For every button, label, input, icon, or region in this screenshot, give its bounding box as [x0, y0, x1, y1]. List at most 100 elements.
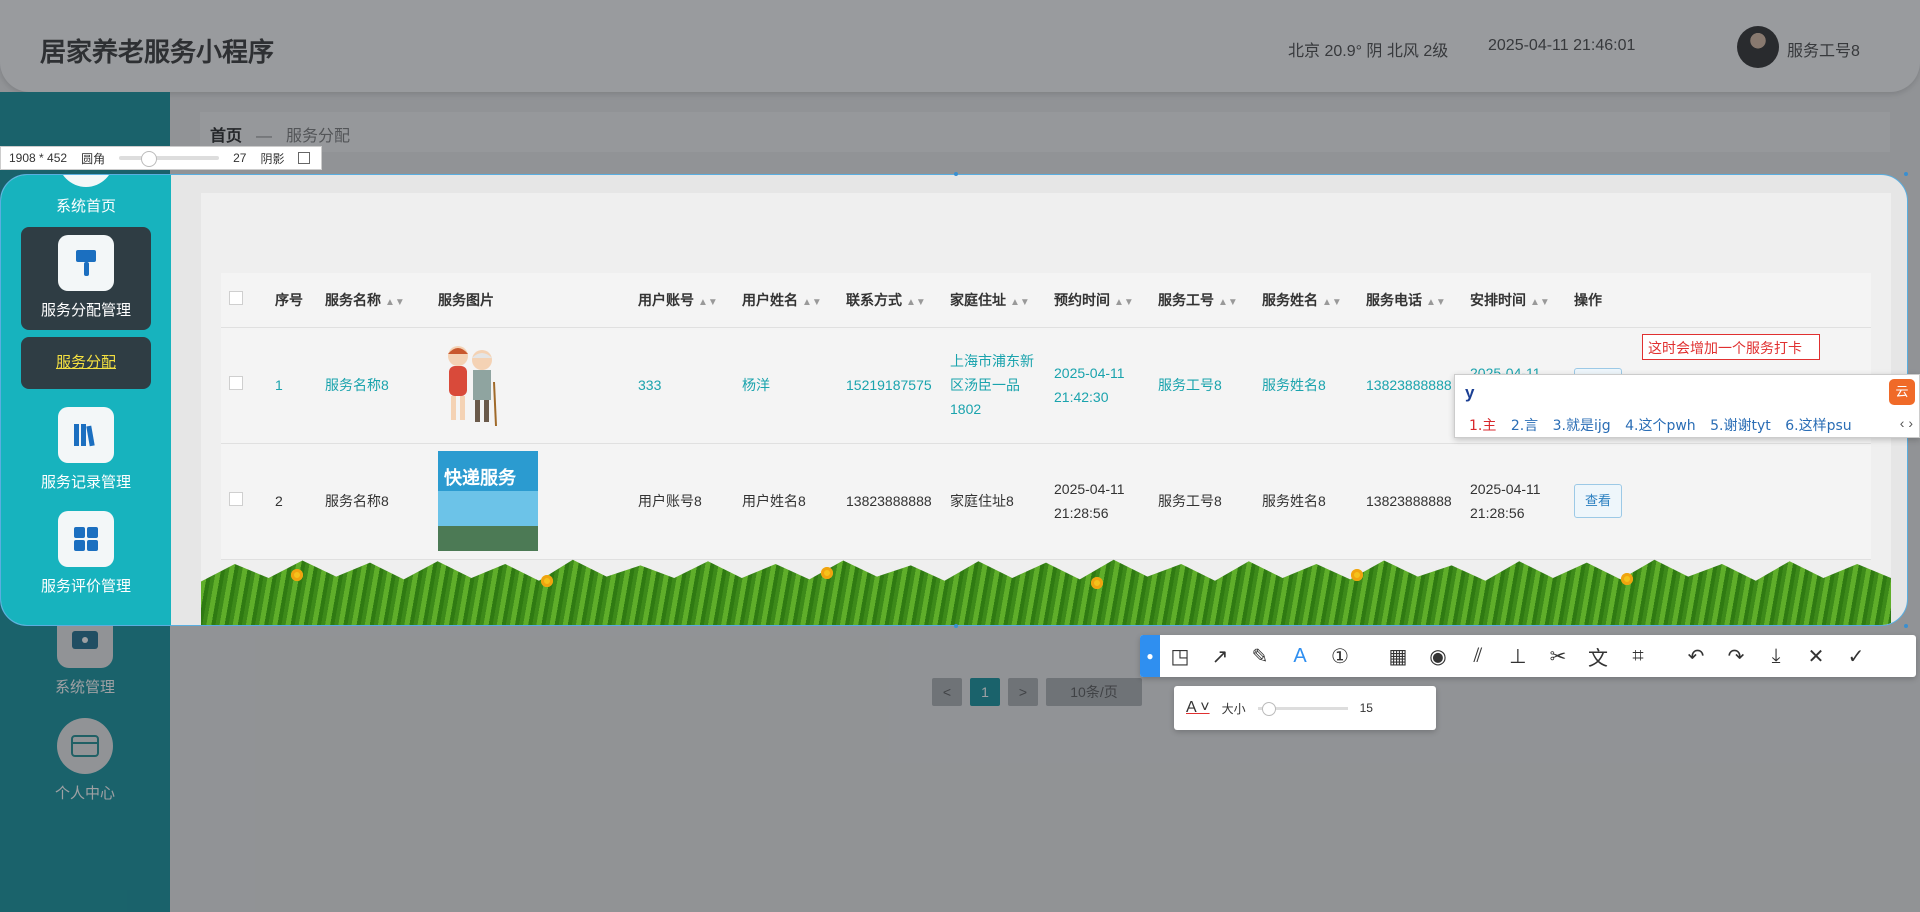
ime-candidate[interactable]: 4.这个pwh [1625, 418, 1696, 434]
paint-brush-icon [58, 235, 114, 291]
sidebar-item-label: 服务记录管理 [40, 474, 131, 491]
cell-worker-phone: 13823888888 [1358, 327, 1462, 444]
flower-decoration [1351, 569, 1363, 581]
text-annotation[interactable]: 这时会增加一个服务打卡 [1642, 334, 1820, 360]
resize-handle[interactable] [1904, 172, 1908, 176]
ime-candidate[interactable]: 6.这样psu [1785, 418, 1851, 434]
pen-icon[interactable]: ✎ [1240, 635, 1280, 677]
column-header[interactable]: 服务名称 ▲▼ [317, 273, 430, 328]
column-header[interactable]: 家庭住址 ▲▼ [942, 273, 1046, 328]
sort-icon[interactable]: ▲▼ [385, 297, 405, 308]
ocr-icon[interactable]: ⌗ [1618, 635, 1658, 677]
sidebar-capture: 系统首页 服务分配管理 服务分配 服务记录管理 服务评价管理 [1, 175, 171, 625]
arrow-icon[interactable]: ↗ [1200, 635, 1240, 677]
cut-icon[interactable]: ✂ [1538, 635, 1578, 677]
sidebar-subitem-service-allocation[interactable]: 服务分配 [21, 337, 151, 389]
grass-decoration [201, 559, 1891, 625]
cell-address: 上海市浦东新区汤臣一品1802 [942, 327, 1046, 444]
sidebar-item-service-reviews[interactable]: 服务评价管理 [21, 511, 151, 596]
flower-decoration [541, 575, 553, 587]
view-button[interactable]: 查看 [1574, 484, 1623, 518]
ime-page-arrows[interactable]: ‹ › [1900, 415, 1913, 431]
cell-worker-name: 服务姓名8 [1254, 327, 1358, 444]
sort-icon[interactable]: ▲▼ [698, 297, 718, 308]
text-icon[interactable]: A [1280, 635, 1320, 677]
cell-worker-name: 服务姓名8 [1254, 443, 1358, 560]
home-icon [58, 175, 114, 187]
select-all-checkbox[interactable] [229, 291, 243, 306]
mosaic-icon[interactable]: ▦ [1378, 635, 1418, 677]
flower-decoration [291, 569, 303, 581]
sidebar-item-service-allocation[interactable]: 服务分配管理 [21, 227, 151, 330]
column-header[interactable]: 预约时间 ▲▼ [1046, 273, 1150, 328]
table-row[interactable]: 2 服务名称8 快递服务 用户账号8 用户姓名8 13823888888 家庭住… [221, 443, 1871, 560]
sort-icon[interactable]: ▲▼ [1218, 297, 1238, 308]
cell-service-name: 服务名称8 [317, 327, 430, 444]
sidebar-item-service-records[interactable]: 服务记录管理 [21, 407, 151, 492]
column-header[interactable]: 服务电话 ▲▼ [1358, 273, 1462, 328]
sort-icon[interactable]: ▲▼ [1010, 297, 1030, 308]
sort-icon[interactable]: ▲▼ [1426, 297, 1446, 308]
resize-handle[interactable] [954, 172, 958, 176]
confirm-icon[interactable]: ✓ [1836, 635, 1876, 677]
row-checkbox[interactable] [229, 492, 243, 506]
column-header[interactable]: 用户账号 ▲▼ [630, 273, 734, 328]
cell-account: 333 [630, 327, 734, 444]
sort-icon[interactable]: ▲▼ [802, 297, 822, 308]
cell-index: 2 [267, 443, 317, 560]
translate-icon[interactable]: 文 [1578, 635, 1618, 677]
cell-index: 1 [267, 327, 317, 444]
pin-icon[interactable]: ⊥ [1498, 635, 1538, 677]
poster-title: 快递服务 [444, 468, 516, 489]
redo-icon[interactable]: ↷ [1716, 635, 1756, 677]
blur-icon[interactable]: ◉ [1418, 635, 1458, 677]
ime-candidate[interactable]: 2.言 [1511, 418, 1538, 434]
books-icon [58, 407, 114, 463]
sort-icon[interactable]: ▲▼ [1322, 297, 1342, 308]
shadow-label: 阴影 [260, 151, 285, 166]
number-icon[interactable]: ① [1320, 635, 1360, 677]
column-header: 操作 [1566, 273, 1871, 328]
resize-handle[interactable] [954, 624, 958, 628]
cell-worker-id: 服务工号8 [1150, 327, 1254, 444]
sort-icon[interactable]: ▲▼ [906, 297, 926, 308]
ime-candidates: 1.主 2.言 3.就是ijg 4.这个pwh 5.谢谢tyt 6.这样psu [1469, 415, 1862, 435]
ime-candidate[interactable]: 3.就是ijg [1553, 418, 1611, 434]
font-color-icon[interactable]: A ˅ [1186, 699, 1210, 717]
size-label: 大小 [1221, 701, 1246, 716]
stripe-icon[interactable]: ⫽ [1458, 635, 1498, 677]
row-checkbox[interactable] [229, 376, 243, 390]
cell-phone: 15219187575 [838, 327, 942, 444]
radius-slider[interactable] [119, 151, 220, 167]
column-header[interactable]: 服务工号 ▲▼ [1150, 273, 1254, 328]
grid-icon [58, 511, 114, 567]
table-header-row: 序号 服务名称 ▲▼ 服务图片 用户账号 ▲▼ 用户姓名 ▲▼ 联系方式 ▲▼ 家庭住址… [221, 273, 1871, 328]
ime-logo-icon: 云 [1889, 379, 1915, 405]
sidebar-item-label: 系统首页 [55, 198, 116, 215]
size-value: 15 [1359, 701, 1373, 715]
cell-phone: 13823888888 [838, 443, 942, 560]
download-icon[interactable]: ⤓ [1756, 635, 1796, 677]
shadow-checkbox[interactable] [298, 152, 311, 164]
flower-decoration [821, 567, 833, 579]
close-icon[interactable]: ✕ [1796, 635, 1836, 677]
undo-icon[interactable]: ↶ [1676, 635, 1716, 677]
ime-candidate[interactable]: 5.谢谢tyt [1710, 418, 1771, 434]
capture-size-panel: 1908 * 452 圆角 27 阴影 [0, 146, 322, 170]
column-header[interactable]: 联系方式 ▲▼ [838, 273, 942, 328]
column-header[interactable]: 用户姓名 ▲▼ [734, 273, 838, 328]
column-header[interactable]: 安排时间 ▲▼ [1462, 273, 1566, 328]
sort-icon[interactable]: ▲▼ [1114, 297, 1134, 308]
text-options-bar: A ˅ 大小 15 [1174, 686, 1436, 730]
ime-candidate[interactable]: 1.主 [1469, 418, 1496, 434]
resize-handle[interactable] [1904, 624, 1908, 628]
column-header[interactable]: 服务姓名 ▲▼ [1254, 273, 1358, 328]
font-size-slider[interactable] [1257, 701, 1348, 716]
toolbar-handle-icon[interactable]: ● [1140, 635, 1160, 677]
shape-icon[interactable]: ◳ [1160, 635, 1200, 677]
cell-service-image [430, 327, 630, 444]
flower-decoration [1091, 577, 1103, 589]
sidebar-item-home[interactable]: 系统首页 [21, 175, 151, 216]
sort-icon[interactable]: ▲▼ [1530, 297, 1550, 308]
sidebar-item-label: 服务评价管理 [40, 578, 131, 595]
